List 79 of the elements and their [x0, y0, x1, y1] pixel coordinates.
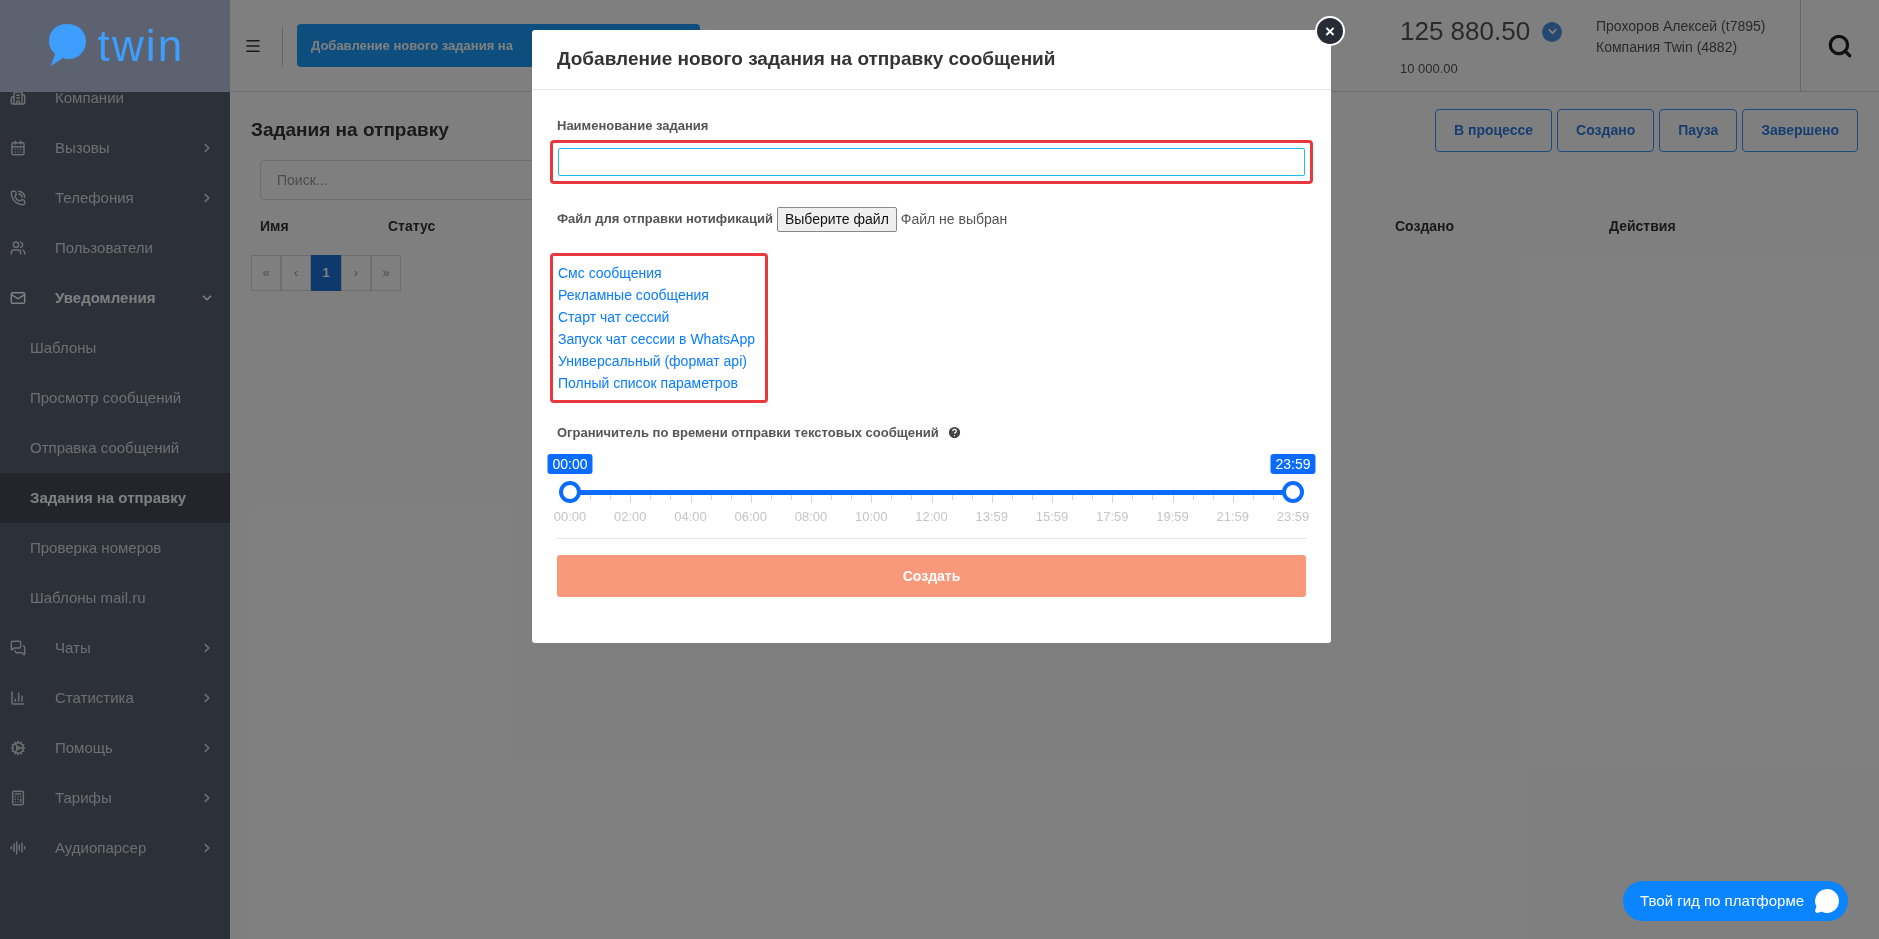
chat-bubble-icon: [1814, 888, 1841, 914]
sidebar-subitem[interactable]: Просмотр сообщений: [0, 373, 230, 423]
sidebar-subitem[interactable]: Задания на отправку: [0, 473, 230, 523]
template-link[interactable]: Рекламные сообщения: [558, 283, 760, 306]
task-name-field[interactable]: [558, 147, 1305, 176]
phone-icon: [10, 190, 26, 206]
building-icon: [10, 90, 26, 106]
slider-thumb[interactable]: [1282, 481, 1304, 503]
chat-icon: [10, 640, 26, 656]
template-link[interactable]: Старт чат сессий: [558, 305, 760, 328]
bar-chart-icon: [10, 690, 26, 706]
mail-icon: [10, 290, 26, 306]
filter-button[interactable]: Пауза: [1659, 108, 1738, 152]
sidebar-subitem[interactable]: Проверка номеров: [0, 523, 230, 573]
tick-label: 12:00: [915, 508, 948, 526]
template-link[interactable]: Полный список параметров: [558, 371, 760, 394]
calculator-icon: [10, 790, 26, 806]
tick-label: 02:00: [614, 508, 647, 526]
column-header: Статус: [388, 217, 436, 236]
column-header: Имя: [260, 217, 289, 236]
credit-amount: 10 000.00: [1400, 60, 1459, 79]
template-link[interactable]: Смс сообщения: [558, 261, 760, 284]
page-button[interactable]: 1: [311, 255, 341, 291]
choose-file-button[interactable]: Выберите файл: [776, 206, 897, 232]
slider-tooltip: 00:00: [547, 454, 593, 474]
user-name: Прохоров Алексей (t7895): [1596, 16, 1767, 36]
sidebar-subitem[interactable]: Шаблоны: [0, 323, 230, 373]
tick-label: 21:59: [1216, 508, 1249, 526]
template-link[interactable]: Запуск чат сессии в WhatsApp: [558, 327, 760, 350]
tick-label: 08:00: [794, 508, 828, 526]
help-icon[interactable]: [946, 424, 962, 440]
filter-button[interactable]: В процессе: [1434, 108, 1553, 152]
tick-label: 04:00: [674, 508, 707, 526]
guide-button[interactable]: Твой гид по платформе: [1623, 881, 1849, 921]
balance: 125 880.50: [1400, 15, 1531, 49]
page-button[interactable]: ›: [341, 255, 371, 291]
logo-text: twin: [97, 24, 185, 68]
sidebar-item[interactable]: Телефония: [0, 173, 230, 223]
field-label: Ограничитель по времени отправки текстовых сообщений: [557, 423, 939, 442]
column-header: Действия: [1609, 217, 1676, 236]
slider-thumb[interactable]: [559, 481, 581, 503]
page-button[interactable]: «: [251, 255, 281, 291]
sidebar-item[interactable]: Вызовы: [0, 123, 230, 173]
sidebar-item[interactable]: Чаты: [0, 623, 230, 673]
filter-button[interactable]: Завершено: [1742, 108, 1858, 152]
tick-label: 13:59: [975, 508, 1008, 526]
tick-label: 19:59: [1156, 508, 1189, 526]
field-label: Наименование задания: [557, 117, 710, 135]
sidebar-item[interactable]: Помощь: [0, 723, 230, 773]
sidebar-subitem[interactable]: Шаблоны mail.ru: [0, 573, 230, 623]
tick-label: 23:59: [1276, 508, 1310, 526]
column-header: Создано: [1395, 217, 1455, 236]
search-icon[interactable]: [1827, 32, 1853, 59]
sidebar-subitem[interactable]: Отправка сообщений: [0, 423, 230, 473]
page-button[interactable]: ‹: [281, 255, 311, 291]
page-title: Задания на отправку: [251, 117, 449, 142]
tick-label: 10:00: [855, 508, 888, 526]
page-button[interactable]: »: [371, 255, 401, 291]
tick-label: 17:59: [1096, 508, 1129, 526]
sidebar-item[interactable]: Статистика: [0, 673, 230, 723]
tick-label: 00:00: [553, 508, 587, 526]
tick-label: 15:59: [1035, 508, 1069, 526]
sidebar-item[interactable]: Уведомления: [0, 273, 230, 323]
sidebar-item[interactable]: Аудиопарсер: [0, 823, 230, 873]
company-name: Компания Twin (4882): [1596, 37, 1739, 57]
template-link[interactable]: Универсальный (формат api): [558, 349, 760, 372]
file-status: Файл не выбран: [900, 209, 1008, 229]
sidebar-item[interactable]: Тарифы: [0, 773, 230, 823]
create-button[interactable]: Создать: [557, 555, 1306, 597]
tick-label: 06:00: [734, 508, 767, 526]
sidebar-item[interactable]: Пользователи: [0, 223, 230, 273]
audio-wave-icon: [10, 840, 26, 856]
filter-button[interactable]: Создано: [1557, 108, 1655, 152]
balance-dropdown[interactable]: [1542, 21, 1563, 42]
users-icon: [10, 240, 26, 256]
calendar-icon: [10, 140, 26, 156]
slider-tooltip: 23:59: [1270, 454, 1316, 474]
gears-icon: [10, 740, 26, 756]
field-label: Файл для отправки нотификаций: [557, 210, 773, 229]
